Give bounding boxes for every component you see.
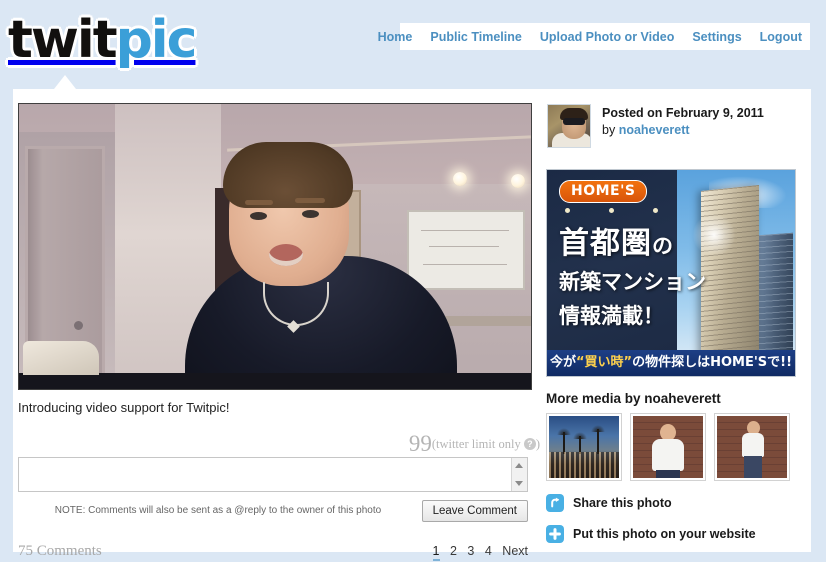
video-frame-image bbox=[19, 104, 531, 389]
thumbnail-item[interactable] bbox=[714, 413, 790, 481]
ad-bottom-pre: 今が bbox=[549, 355, 576, 370]
counter-note-close: ) bbox=[535, 437, 540, 451]
character-counter-row: 99(twitter limit only ?) bbox=[18, 431, 540, 457]
posted-by-username-link[interactable]: noaheverett bbox=[619, 123, 690, 137]
comments-count: 75 Comments bbox=[18, 543, 102, 559]
posted-on-date: Posted on February 9, 2011 bbox=[602, 106, 764, 120]
subject-brow-left bbox=[245, 200, 273, 205]
page-content: Introducing video support for Twitpic! 9… bbox=[13, 89, 811, 561]
pagination-page-4[interactable]: 4 bbox=[485, 544, 492, 558]
header-notch-triangle bbox=[54, 75, 76, 89]
posted-by-line: by noaheverett bbox=[602, 122, 764, 139]
plus-icon bbox=[546, 525, 564, 543]
pagination-page-3[interactable]: 3 bbox=[467, 544, 474, 558]
ad-headline-line1-particle: の bbox=[652, 234, 674, 258]
pagination: 1 2 3 4 Next bbox=[426, 544, 528, 561]
scroll-down-arrow-icon[interactable] bbox=[515, 481, 523, 486]
comment-scrollbar[interactable] bbox=[511, 458, 527, 491]
embed-photo-label: Put this photo on your website bbox=[573, 527, 756, 541]
ad-sun-flare bbox=[693, 214, 735, 256]
ad-bottom-mid: の物件探しは bbox=[632, 355, 711, 370]
pagination-page-2[interactable]: 2 bbox=[450, 544, 457, 558]
comment-input[interactable] bbox=[19, 458, 511, 491]
more-media-title: More media by noaheverett bbox=[546, 391, 721, 406]
subject-eye-right bbox=[302, 210, 319, 218]
logo-text-pic: pic bbox=[115, 10, 198, 70]
media-column: Introducing video support for Twitpic! 9… bbox=[18, 103, 540, 562]
video-player[interactable] bbox=[18, 103, 532, 390]
character-count: 99 bbox=[408, 431, 432, 456]
room-whiteboard bbox=[407, 210, 525, 290]
ceiling-light-3 bbox=[511, 174, 525, 188]
ad-bottom-bar: 今が“買い時”の物件探しはHOME'Sで!! bbox=[547, 350, 795, 376]
ad-bottom-brand: HOME'S bbox=[710, 355, 768, 370]
nav-item-public-timeline[interactable]: Public Timeline bbox=[430, 28, 521, 46]
embed-photo-action[interactable]: Put this photo on your website bbox=[546, 525, 808, 543]
thumbnail-item[interactable] bbox=[630, 413, 706, 481]
logo-text-twit: twit bbox=[8, 10, 118, 70]
ceiling-light-2 bbox=[453, 172, 467, 186]
pagination-next[interactable]: Next bbox=[502, 544, 528, 558]
character-counter-note: (twitter limit only ?) bbox=[432, 437, 540, 451]
ad-building-main bbox=[701, 184, 759, 360]
room-towel bbox=[23, 341, 99, 375]
nav-link-logout[interactable]: Logout bbox=[760, 30, 802, 44]
help-icon[interactable]: ? bbox=[523, 438, 536, 450]
pagination-page-1[interactable]: 1 bbox=[432, 544, 440, 561]
ad-headline-line1: 首都圏の bbox=[559, 218, 674, 262]
twitpic-logo[interactable]: twitpic bbox=[8, 9, 198, 71]
ad-bottom-quote: “買い時” bbox=[575, 355, 633, 370]
leave-comment-button[interactable]: Leave Comment bbox=[421, 500, 528, 522]
nav-link-public-timeline[interactable]: Public Timeline bbox=[430, 30, 521, 44]
ad-building-secondary bbox=[759, 232, 793, 358]
ad-headline-line2: 新築マンション bbox=[559, 270, 706, 294]
comment-box[interactable] bbox=[18, 457, 528, 492]
share-icon bbox=[546, 494, 564, 512]
post-meta: Posted on February 9, 2011 by noaheveret… bbox=[602, 105, 764, 139]
room-floor-shadow bbox=[19, 373, 531, 389]
nav-link-upload[interactable]: Upload Photo or Video bbox=[540, 30, 675, 44]
nav-item-logout[interactable]: Logout bbox=[760, 28, 802, 46]
share-photo-action[interactable]: Share this photo bbox=[546, 494, 808, 512]
comment-note-row: NOTE: Comments will also be sent as a @r… bbox=[18, 500, 528, 524]
share-photo-label: Share this photo bbox=[573, 496, 672, 510]
more-media-thumbnails bbox=[546, 413, 808, 481]
ad-bottom-post: で!! bbox=[767, 355, 793, 370]
ad-headline-line3: 情報満載！ bbox=[559, 304, 664, 328]
nav-link-home[interactable]: Home bbox=[378, 30, 413, 44]
post-info: Posted on February 9, 2011 by noaheveret… bbox=[546, 103, 808, 155]
sidebar: Posted on February 9, 2011 by noaheveret… bbox=[546, 103, 808, 543]
subject-eye-left bbox=[250, 212, 267, 220]
comment-reply-note: NOTE: Comments will also be sent as a @r… bbox=[54, 505, 382, 516]
scroll-up-arrow-icon[interactable] bbox=[515, 463, 523, 468]
ad-headline-line1-main: 首都圏 bbox=[559, 226, 652, 261]
comments-footer: 75 Comments 1 2 3 4 Next bbox=[18, 542, 528, 562]
main-navigation: Home Public Timeline Upload Photo or Vid… bbox=[378, 23, 810, 50]
nav-item-upload[interactable]: Upload Photo or Video bbox=[540, 28, 675, 46]
ad-brand-badge: HOME'S bbox=[559, 180, 648, 203]
thumbnail-item[interactable] bbox=[546, 413, 622, 481]
subject-hair bbox=[223, 142, 353, 208]
ad-decorative-dots bbox=[565, 208, 675, 214]
nav-item-home[interactable]: Home bbox=[378, 28, 413, 46]
subject-mouth bbox=[269, 244, 303, 266]
posted-by-label: by bbox=[602, 123, 619, 137]
avatar[interactable] bbox=[547, 104, 591, 148]
counter-note-text: (twitter limit only bbox=[431, 437, 524, 451]
nav-link-settings[interactable]: Settings bbox=[692, 30, 741, 44]
nav-item-settings[interactable]: Settings bbox=[692, 28, 741, 46]
subject-brow-right bbox=[295, 198, 325, 203]
advertisement-banner[interactable]: HOME'S 首都圏の 新築マンション 情報満載！ 今が“買い時”の物件探しはH… bbox=[546, 169, 796, 377]
site-header: twitpic Home Public Timeline Upload Phot… bbox=[0, 0, 826, 89]
media-caption: Introducing video support for Twitpic! bbox=[18, 400, 230, 415]
